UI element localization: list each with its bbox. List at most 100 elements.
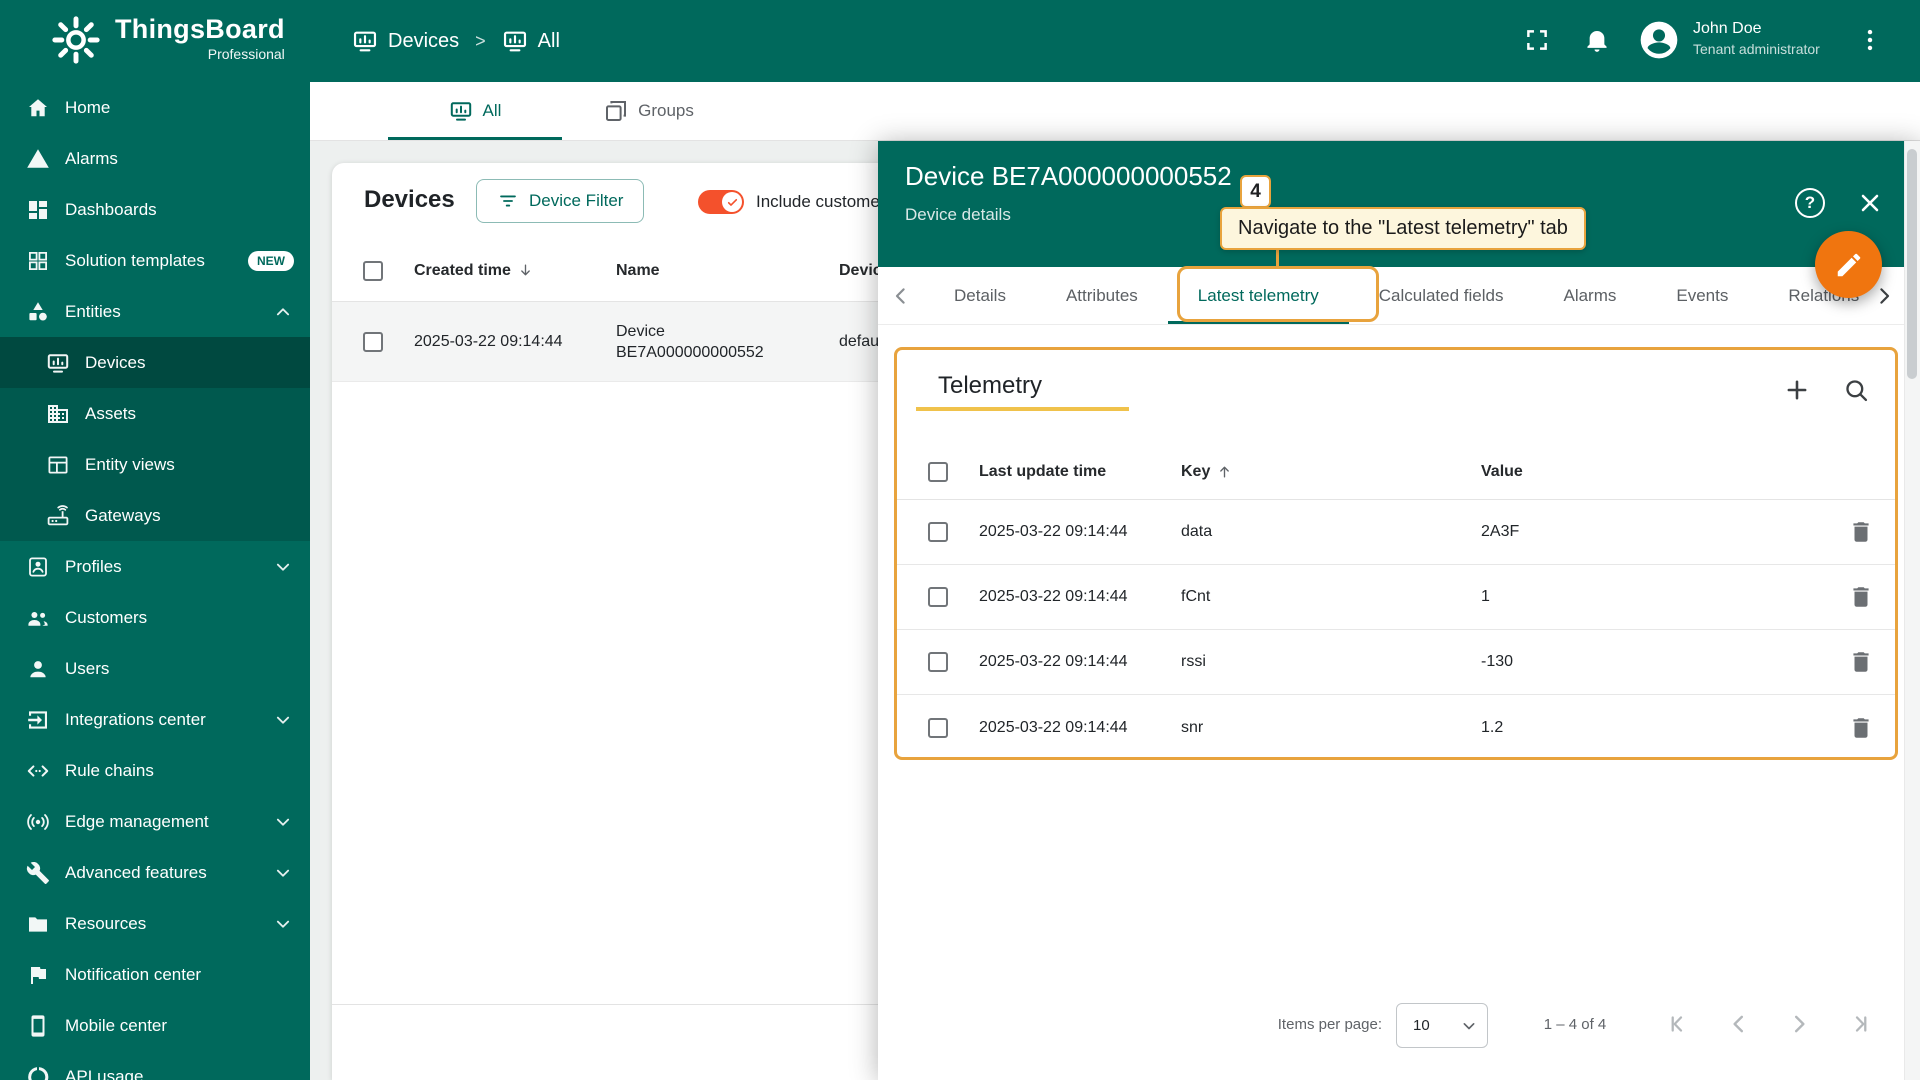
include-customers-toggle[interactable] — [698, 190, 744, 214]
user-avatar[interactable] — [1637, 18, 1681, 62]
sidebar-item-label: Assets — [85, 403, 137, 423]
previous-page-button[interactable] — [1726, 1011, 1752, 1037]
value-cell: -130 — [1481, 653, 1514, 670]
tab-groups[interactable]: Groups — [562, 82, 736, 140]
sidebar-item-edge-management[interactable]: Edge management — [0, 796, 310, 847]
customers-icon — [26, 606, 50, 630]
sidebar-item-entities[interactable]: Entities — [0, 286, 310, 337]
tab-alarms[interactable]: Alarms — [1533, 267, 1646, 324]
delete-telemetry-button[interactable] — [1848, 715, 1874, 741]
sidebar: Home Alarms Dashboards Solution templates NE… — [0, 82, 310, 1080]
telemetry-row-data[interactable]: 2025-03-22 09:14:44 data 2A3F — [897, 500, 1895, 565]
items-per-page-select[interactable]: 10 — [1396, 1003, 1488, 1048]
breadcrumb: Devices > All — [352, 0, 560, 82]
row-checkbox[interactable] — [928, 522, 948, 542]
last-page-button[interactable] — [1846, 1011, 1872, 1037]
sidebar-item-devices[interactable]: Devices — [0, 337, 310, 388]
close-panel-button[interactable] — [1856, 189, 1884, 217]
row-checkbox[interactable] — [928, 652, 948, 672]
first-page-button[interactable] — [1666, 1011, 1692, 1037]
device-filter-button[interactable]: Device Filter — [476, 179, 645, 223]
telemetry-row-fcnt[interactable]: 2025-03-22 09:14:44 fCnt 1 — [897, 565, 1895, 630]
sidebar-item-solution-templates[interactable]: Solution templates NEW — [0, 235, 310, 286]
sidebar-item-alarms[interactable]: Alarms — [0, 133, 310, 184]
search-telemetry-button[interactable] — [1842, 376, 1870, 404]
sidebar-item-home[interactable]: Home — [0, 82, 310, 133]
add-telemetry-button[interactable] — [1783, 376, 1811, 404]
scrollbar-thumb[interactable] — [1907, 149, 1917, 379]
sidebar-item-profiles[interactable]: Profiles — [0, 541, 310, 592]
help-button[interactable]: ? — [1795, 188, 1825, 218]
sidebar-item-label: Home — [65, 97, 111, 117]
sidebar-item-assets[interactable]: Assets — [0, 388, 310, 439]
user-name: John Doe — [1693, 20, 1762, 37]
breadcrumb-devices[interactable]: Devices — [352, 28, 459, 54]
panel-tab-list: Details Attributes Latest telemetry Calcula… — [924, 267, 1864, 324]
tab-details[interactable]: Details — [924, 267, 1036, 324]
sidebar-item-users[interactable]: Users — [0, 643, 310, 694]
key-cell: fCnt — [1181, 588, 1211, 605]
value-cell: 2A3F — [1481, 523, 1520, 540]
annotation-tab-highlight — [1177, 266, 1379, 322]
select-all-telemetry-checkbox[interactable] — [928, 461, 948, 482]
sidebar-item-label: Gateways — [85, 505, 161, 525]
sidebar-item-advanced-features[interactable]: Advanced features — [0, 847, 310, 898]
sidebar-item-notification-center[interactable]: Notification center — [0, 949, 310, 1000]
edit-device-fab[interactable] — [1815, 231, 1882, 298]
tab-attributes[interactable]: Attributes — [1036, 267, 1168, 324]
telemetry-row-rssi[interactable]: 2025-03-22 09:14:44 rssi -130 — [897, 630, 1895, 695]
sidebar-item-dashboards[interactable]: Dashboards — [0, 184, 310, 235]
sidebar-item-api-usage[interactable]: API usage — [0, 1051, 310, 1080]
fullscreen-button[interactable] — [1523, 26, 1551, 54]
gateways-icon — [46, 504, 70, 528]
delete-telemetry-button[interactable] — [1848, 649, 1874, 675]
breadcrumb-separator: > — [475, 30, 486, 51]
chevron-down-icon — [272, 811, 294, 833]
sidebar-item-gateways[interactable]: Gateways — [0, 490, 310, 541]
next-page-button[interactable] — [1786, 1011, 1812, 1037]
panel-title: Device BE7A000000000552 — [905, 161, 1232, 191]
breadcrumb-all[interactable]: All — [502, 28, 560, 54]
tab-events[interactable]: Events — [1646, 267, 1758, 324]
checkbox-cell — [897, 522, 979, 542]
sidebar-item-integrations-center[interactable]: Integrations center — [0, 694, 310, 745]
row-checkbox[interactable] — [363, 331, 383, 352]
sidebar-item-mobile-center[interactable]: Mobile center — [0, 1000, 310, 1051]
sort-arrow-up-icon — [1216, 463, 1233, 480]
notification-icon — [26, 963, 50, 987]
sidebar-item-label: Mobile center — [65, 1015, 168, 1035]
delete-telemetry-button[interactable] — [1848, 584, 1874, 610]
last-update-time-cell: 2025-03-22 09:14:44 — [979, 523, 1128, 540]
sidebar-item-entity-views[interactable]: Entity views — [0, 439, 310, 490]
help-glyph: ? — [1804, 193, 1816, 212]
advanced-icon — [26, 861, 50, 885]
telemetry-row-snr[interactable]: 2025-03-22 09:14:44 snr 1.2 — [897, 695, 1895, 760]
chevron-down-icon — [1459, 1016, 1479, 1036]
check-icon — [726, 196, 739, 209]
tabs-scroll-left-button[interactable] — [878, 284, 924, 308]
column-header-name[interactable]: Name — [616, 262, 839, 280]
thingsboard-logo[interactable]: ThingsBoard Professional — [49, 13, 285, 67]
sidebar-item-label: Entity views — [85, 454, 175, 474]
panel-scrollbar[interactable] — [1904, 141, 1920, 1080]
toggle-knob — [722, 192, 742, 212]
select-all-checkbox[interactable] — [363, 260, 383, 281]
tab-all[interactable]: All — [388, 82, 562, 140]
row-checkbox[interactable] — [928, 717, 948, 738]
column-header-last-update-time[interactable]: Last update time — [979, 463, 1181, 481]
column-header-key[interactable]: Key — [1181, 463, 1481, 481]
row-checkbox[interactable] — [928, 587, 948, 607]
sidebar-item-customers[interactable]: Customers — [0, 592, 310, 643]
sidebar-item-resources[interactable]: Resources — [0, 898, 310, 949]
column-header-created-time[interactable]: Created time — [414, 262, 616, 280]
resources-icon — [26, 912, 50, 936]
checkbox-cell — [332, 260, 414, 281]
delete-telemetry-button[interactable] — [1848, 519, 1874, 545]
items-per-page-value: 10 — [1413, 1017, 1430, 1034]
notifications-bell-button[interactable] — [1583, 26, 1611, 54]
more-menu-button[interactable] — [1856, 26, 1884, 54]
tab-all-label: All — [482, 101, 502, 120]
column-header-value[interactable]: Value — [1481, 463, 1827, 481]
sidebar-item-label: Advanced features — [65, 862, 207, 882]
sidebar-item-rule-chains[interactable]: Rule chains — [0, 745, 310, 796]
